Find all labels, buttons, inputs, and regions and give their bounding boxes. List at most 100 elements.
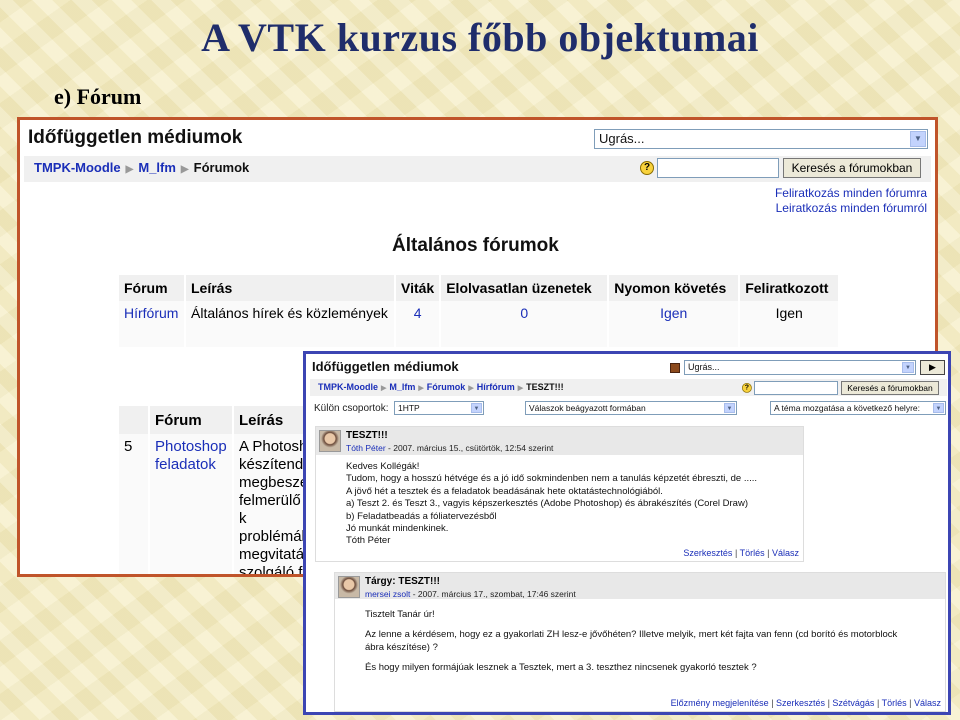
table-header-row: Fórum Leírás: [119, 406, 319, 434]
chevron-down-icon[interactable]: ▼: [724, 403, 735, 413]
post-author-line: mersei zsolt - 2007. március 17., szomba…: [365, 589, 576, 599]
body-line: Kedves Kollégák!: [346, 461, 420, 472]
subscription-links: Feliratkozás minden fórumra Leiratkozás …: [775, 186, 927, 216]
move-discussion-select[interactable]: A téma mozgatása a következő helyre: ▼: [770, 401, 946, 415]
display-mode-select[interactable]: Válaszok beágyazott formában ▼: [525, 401, 737, 415]
description-line: szolgáló fó: [239, 564, 311, 577]
column-header: Fórum: [119, 275, 186, 301]
chevron-down-icon[interactable]: ▼: [933, 403, 944, 413]
slide-subtitle: e) Fórum: [54, 84, 142, 109]
breadcrumb-home[interactable]: TMPK-Moodle: [34, 160, 121, 175]
post-date: - 2007. március 15., csütörtök, 12:54 sz…: [385, 443, 554, 453]
display-mode-value: Válaszok beágyazott formában: [529, 403, 646, 413]
help-icon[interactable]: ?: [640, 161, 654, 175]
breadcrumb-course[interactable]: M_lfm: [138, 160, 176, 175]
description-line: megbeszé: [239, 474, 309, 491]
author-link[interactable]: mersei zsolt: [365, 589, 410, 599]
course-icon: [670, 363, 680, 373]
breadcrumb-forums[interactable]: Fórumok: [427, 382, 466, 392]
description-line: problémák: [239, 528, 310, 545]
forum-link[interactable]: Photoshop feladatok: [155, 438, 227, 473]
post-author-line: Tóth Péter - 2007. március 15., csütörtö…: [346, 443, 553, 453]
jump-select[interactable]: Ugrás... ▼: [684, 360, 916, 375]
breadcrumb-current: Fórumok: [193, 160, 250, 175]
avatar[interactable]: [319, 430, 341, 452]
forum-search-button[interactable]: Keresés a fórumokban: [783, 158, 921, 178]
column-header: Nyomon követés: [608, 275, 741, 301]
body-line: A jövő hét a tesztek és a feladatok bead…: [346, 485, 663, 497]
group-select[interactable]: 1HTP ▼: [394, 401, 484, 415]
tracking-toggle[interactable]: Igen: [660, 305, 687, 321]
body-line: b) Feladatbeadás a fóliatervezésből: [346, 510, 497, 522]
go-button[interactable]: ▶: [920, 360, 945, 375]
reply-link[interactable]: Válasz: [914, 698, 941, 708]
delete-link[interactable]: Törlés: [882, 698, 907, 708]
forum-link[interactable]: Hírfórum: [124, 305, 178, 321]
site-header: Időfüggetlen médiumok Ugrás... ▼: [20, 120, 935, 156]
body-line: a) Teszt 2. és Teszt 3., vagyis képszerk…: [346, 498, 748, 510]
forum-post: TESZT!!! Tóth Péter - 2007. március 15.,…: [315, 426, 804, 562]
discussion-screenshot: Időfüggetlen médiumok Ugrás... ▼ ▶ TMPK-…: [303, 351, 951, 715]
breadcrumb-separator-icon: ▶: [125, 164, 134, 175]
column-header: Fórum: [149, 406, 234, 434]
post-body: Tisztelt Tanár úr! Az lenne a kérdésem, …: [365, 609, 897, 675]
group-label: Külön csoportok:: [314, 403, 389, 414]
forum-search-button[interactable]: Keresés a fórumokban: [841, 381, 939, 395]
breadcrumb-separator-icon: ▶: [180, 164, 189, 175]
unsubscribe-all-link[interactable]: Leiratkozás minden fórumról: [775, 201, 927, 216]
group-select-value: 1HTP: [398, 403, 420, 413]
post-actions: Előzmény megjelenítése | Szerkesztés | S…: [670, 698, 941, 708]
post-subject: TESZT!!!: [346, 430, 388, 441]
reply-link[interactable]: Válasz: [772, 548, 799, 558]
breadcrumb-home[interactable]: TMPK-Moodle: [318, 382, 378, 392]
help-icon[interactable]: ?: [742, 383, 752, 393]
chevron-down-icon[interactable]: ▼: [902, 362, 914, 373]
show-parent-link[interactable]: Előzmény megjelenítése: [671, 698, 769, 708]
edit-link[interactable]: Szerkesztés: [776, 698, 825, 708]
description-line: készítend: [239, 456, 304, 473]
post-subject: Tárgy: TESZT!!!: [365, 576, 440, 587]
breadcrumb-separator-icon: ▶: [517, 385, 524, 392]
chevron-down-icon[interactable]: ▼: [910, 131, 926, 147]
forum-search-input[interactable]: [657, 158, 779, 178]
avatar[interactable]: [338, 576, 360, 598]
forum-search-input[interactable]: [754, 381, 838, 395]
unread-count[interactable]: 0: [520, 305, 528, 321]
discussions-count[interactable]: 4: [414, 305, 422, 321]
learning-forums-table: Fórum Leírás 5 Photoshop feladatok A Pho…: [119, 406, 319, 577]
body-line: És hogy milyen formájúak lesznek a Teszt…: [365, 662, 757, 674]
subscribe-all-link[interactable]: Feliratkozás minden fórumra: [775, 186, 927, 201]
forum-post-reply: Tárgy: TESZT!!! mersei zsolt - 2007. már…: [334, 572, 946, 712]
post-body: Kedves Kollégák! Tudom, hogy a hosszú hé…: [346, 461, 757, 548]
delete-link[interactable]: Törlés: [740, 548, 765, 558]
author-link[interactable]: Tóth Péter: [346, 443, 386, 453]
forum-description: Általános hírek és közlemények: [185, 301, 396, 347]
breadcrumb-forum[interactable]: Hírfórum: [477, 382, 515, 392]
split-link[interactable]: Szétvágás: [832, 698, 874, 708]
breadcrumb-course[interactable]: M_lfm: [389, 382, 415, 392]
chevron-down-icon[interactable]: ▼: [471, 403, 482, 413]
forums-table: Fórum Leírás Viták Elolvasatlan üzenetek…: [119, 275, 841, 347]
site-name: Időfüggetlen médiumok: [312, 359, 459, 374]
column-header: Feliratkozott: [739, 275, 841, 301]
table-header-row: Fórum Leírás Viták Elolvasatlan üzenetek…: [119, 275, 841, 301]
breadcrumb-separator-icon: ▶: [468, 385, 474, 392]
breadcrumb-separator-icon: ▶: [418, 385, 424, 392]
body-line: Tisztelt Tanár úr!: [365, 609, 435, 620]
description-line: felmerülő k: [239, 492, 301, 527]
table-row: Hírfórum Általános hírek és közlemények …: [119, 301, 841, 347]
description-line: megvitatás: [239, 546, 312, 563]
column-header: Elolvasatlan üzenetek: [440, 275, 610, 301]
section-title: Általános fórumok: [392, 235, 559, 256]
move-discussion-value: A téma mozgatása a következő helyre:: [774, 403, 920, 413]
body-line: ábra készítése) ?: [365, 641, 438, 653]
post-actions: Szerkesztés | Törlés | Válasz: [683, 548, 799, 558]
row-number: 5: [119, 434, 150, 574]
breadcrumb-separator-icon: ▶: [381, 385, 387, 392]
jump-select-value: Ugrás...: [688, 362, 720, 372]
jump-select[interactable]: Ugrás... ▼: [594, 129, 928, 149]
body-line: Az lenne a kérdésem, hogy ez a gyakorlat…: [365, 629, 898, 641]
edit-link[interactable]: Szerkesztés: [683, 548, 732, 558]
